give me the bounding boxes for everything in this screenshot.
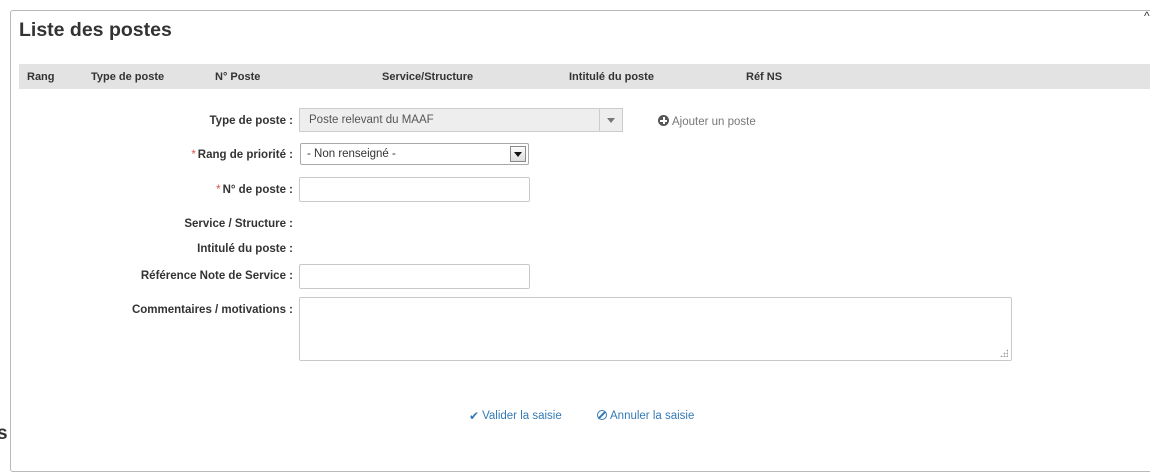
clipped-text: s <box>0 423 8 444</box>
add-post-label: Ajouter un poste <box>672 116 756 128</box>
check-icon: ✔ <box>469 409 480 423</box>
column-header-type: Type de poste <box>91 71 165 83</box>
type-poste-select[interactable]: Poste relevant du MAAF <box>299 108 623 132</box>
required-marker: * <box>191 149 196 161</box>
chevron-down-icon[interactable] <box>599 109 622 131</box>
type-poste-value: Poste relevant du MAAF <box>309 114 434 126</box>
dropdown-arrow-icon[interactable] <box>510 146 526 162</box>
num-poste-input[interactable] <box>299 177 530 202</box>
column-header-ref-ns: Réf NS <box>746 71 783 83</box>
cancel-link[interactable]: Annuler la saisie <box>597 410 694 422</box>
intitule-label: Intitulé du poste : <box>197 243 293 255</box>
validate-label: Valider la saisie <box>482 410 562 422</box>
collapse-icon[interactable]: ^ <box>1144 9 1150 23</box>
service-label: Service / Structure : <box>184 218 293 230</box>
panel-title: Liste des postes <box>19 19 172 41</box>
required-marker: * <box>216 184 221 196</box>
ref-ns-label: Référence Note de Service : <box>140 270 293 282</box>
commentaires-label: Commentaires / motivations : <box>131 304 293 316</box>
ref-ns-input[interactable] <box>299 264 530 289</box>
rang-select[interactable]: - Non renseigné - <box>300 143 529 165</box>
plus-circle-icon <box>658 115 669 126</box>
validate-link[interactable]: ✔ Valider la saisie <box>469 410 562 422</box>
resize-grip-icon[interactable] <box>1000 349 1008 357</box>
column-header-numero: N° Poste <box>215 71 261 83</box>
ban-icon <box>597 410 607 420</box>
type-poste-label: Type de poste : <box>209 115 294 127</box>
rang-value: - Non renseigné - <box>307 148 396 160</box>
column-header-rang: Rang <box>27 71 55 83</box>
rang-label: * Rang de priorité : <box>191 149 293 161</box>
column-header-intitule: Intitulé du poste <box>569 71 654 83</box>
table-header: Rang Type de poste N° Poste Service/Stru… <box>19 64 1150 89</box>
column-header-service: Service/Structure <box>382 71 474 83</box>
num-poste-label: * N° de poste : <box>216 184 293 196</box>
add-post-link[interactable]: Ajouter un poste <box>658 115 756 128</box>
commentaires-textarea[interactable] <box>299 297 1012 361</box>
cancel-label: Annuler la saisie <box>610 410 695 422</box>
